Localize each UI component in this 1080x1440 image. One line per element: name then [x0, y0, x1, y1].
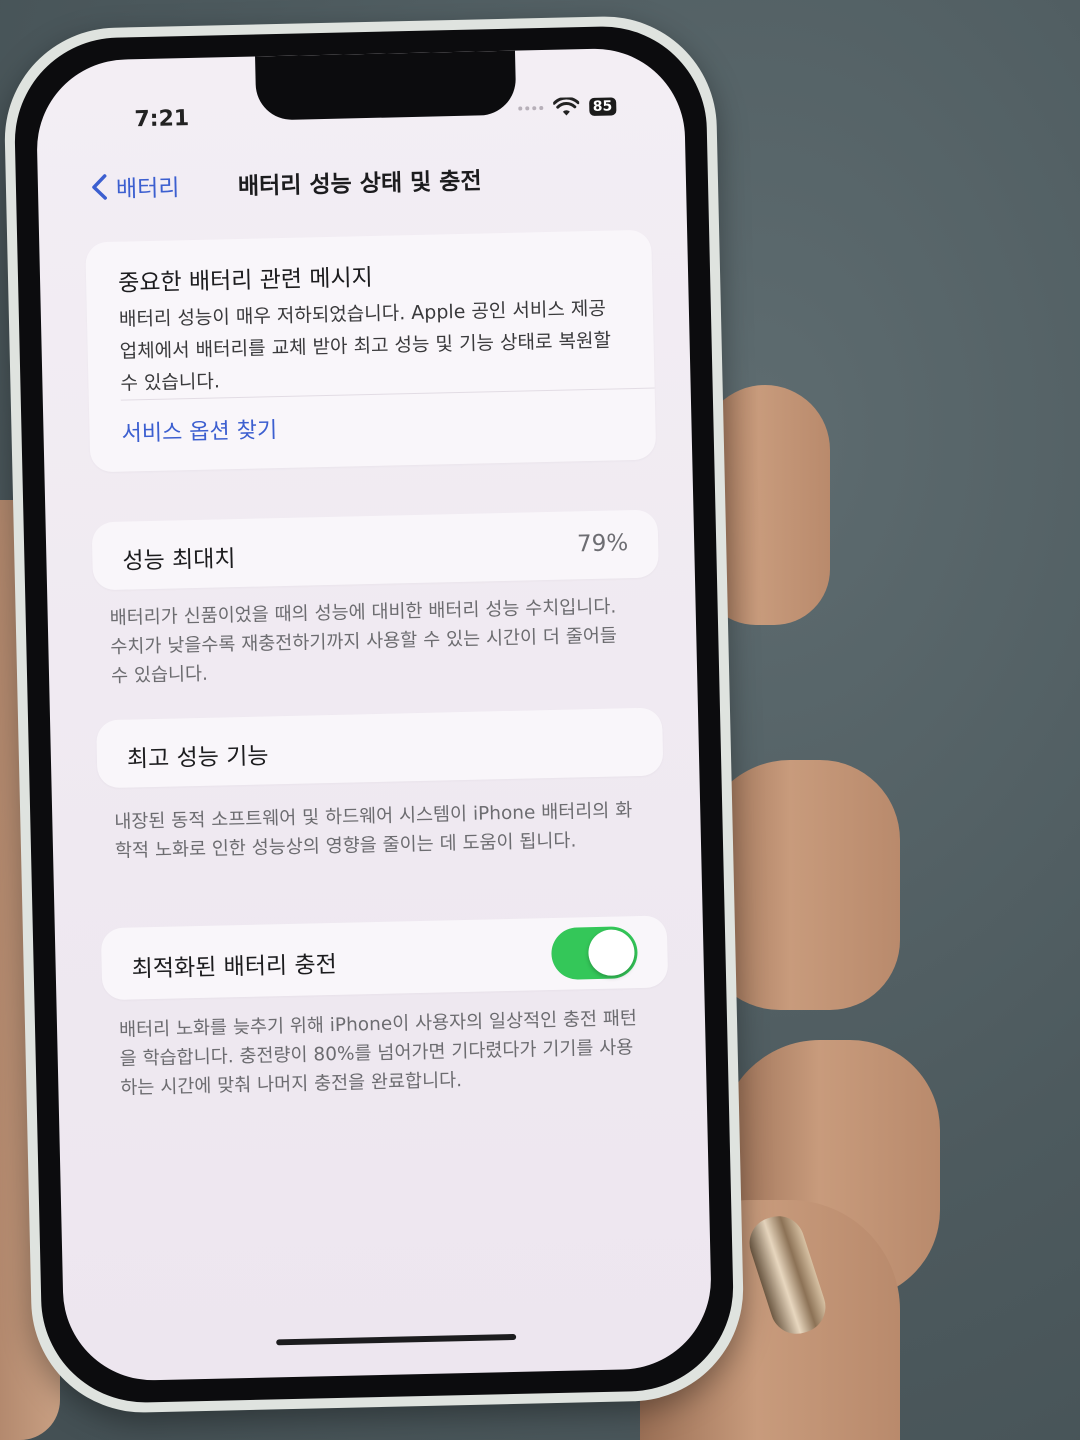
message-title: 중요한 배터리 관련 메시지: [117, 264, 374, 297]
phone-frame: 7:21 85 배터리 배터리 성능 상태 및 충전 중요한 배터리 관련 메시…: [2, 14, 746, 1415]
page-title: 배터리 성능 상태 및 충전: [237, 168, 482, 200]
peak-performance-footnote: 내장된 동적 소프트웨어 및 하드웨어 시스템이 iPhone 배터리의 화학적…: [114, 800, 633, 862]
cellular-signal-icon: [517, 106, 543, 111]
back-button-label: 배터리: [115, 175, 180, 203]
wifi-icon: [552, 97, 580, 116]
message-body: 배터리 성능이 매우 저하되었습니다. Apple 공인 서비스 제공업체에서 …: [118, 297, 612, 395]
maximum-capacity-row: 성능 최대치 79%: [91, 509, 659, 591]
peak-performance-row: 최고 성능 기능: [96, 707, 664, 789]
home-indicator[interactable]: [276, 1333, 517, 1346]
find-service-options-link[interactable]: 서비스 옵션 찾기: [121, 412, 277, 448]
optimized-charging-row: 최적화된 배터리 충전: [100, 915, 669, 1001]
toggle-knob: [587, 929, 635, 977]
optimized-charging-footnote: 배터리 노화를 늦추기 위해 iPhone이 사용자의 일상적인 충전 패턴을 …: [118, 1008, 638, 1099]
optimized-charging-label: 최적화된 배터리 충전: [131, 951, 338, 983]
maximum-capacity-value: 79%: [576, 530, 629, 558]
important-message-card: 중요한 배터리 관련 메시지 배터리 성능이 매우 저하되었습니다. Apple…: [85, 229, 657, 473]
status-icons: 85: [517, 96, 617, 118]
phone-bezel: 7:21 85 배터리 배터리 성능 상태 및 충전 중요한 배터리 관련 메시…: [12, 24, 736, 1405]
status-time: 7:21: [134, 106, 190, 133]
maximum-capacity-footnote: 배터리가 신품이었을 때의 성능에 대비한 배터리 성능 수치입니다. 수치가 …: [109, 596, 618, 687]
notch: [255, 50, 517, 121]
peak-performance-label: 최고 성능 기능: [126, 743, 269, 773]
screen: 7:21 85 배터리 배터리 성능 상태 및 충전 중요한 배터리 관련 메시…: [35, 46, 713, 1383]
battery-icon: 85: [588, 97, 617, 116]
chevron-left-icon: [92, 174, 107, 200]
back-button[interactable]: 배터리: [90, 168, 180, 204]
optimized-charging-toggle[interactable]: [550, 926, 639, 981]
maximum-capacity-label: 성능 최대치: [122, 546, 236, 575]
